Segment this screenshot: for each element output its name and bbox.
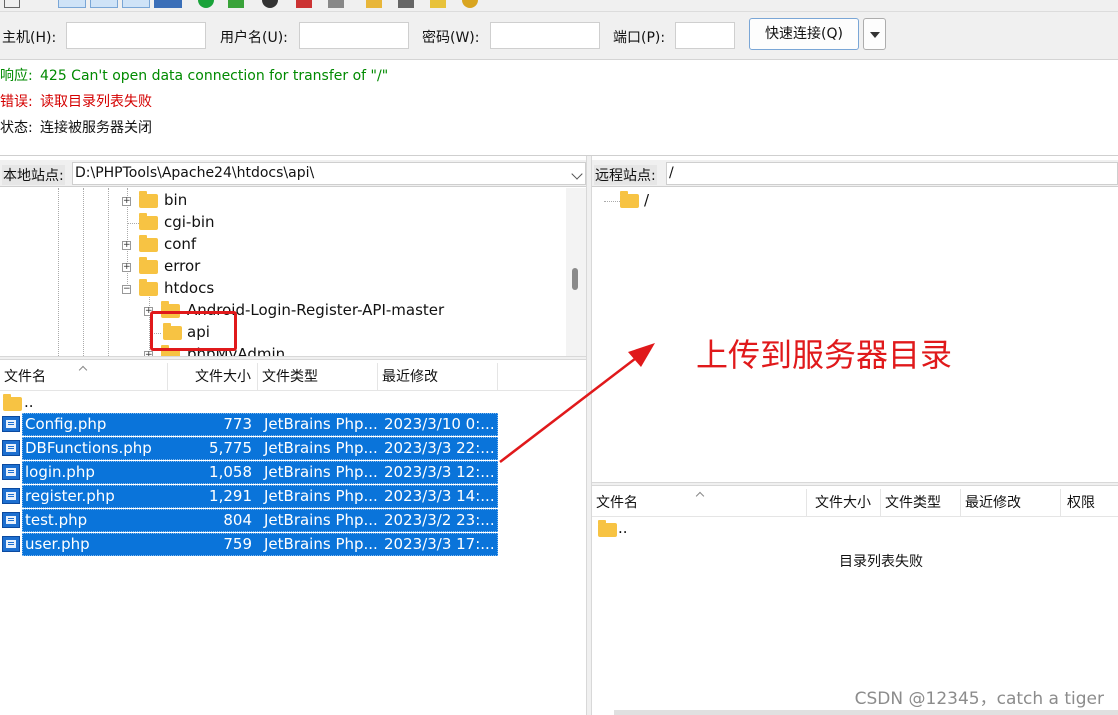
annotation-text: 上传到服务器目录 <box>696 336 953 374</box>
watermark: CSDN @12345，catch a tiger <box>854 689 1104 709</box>
